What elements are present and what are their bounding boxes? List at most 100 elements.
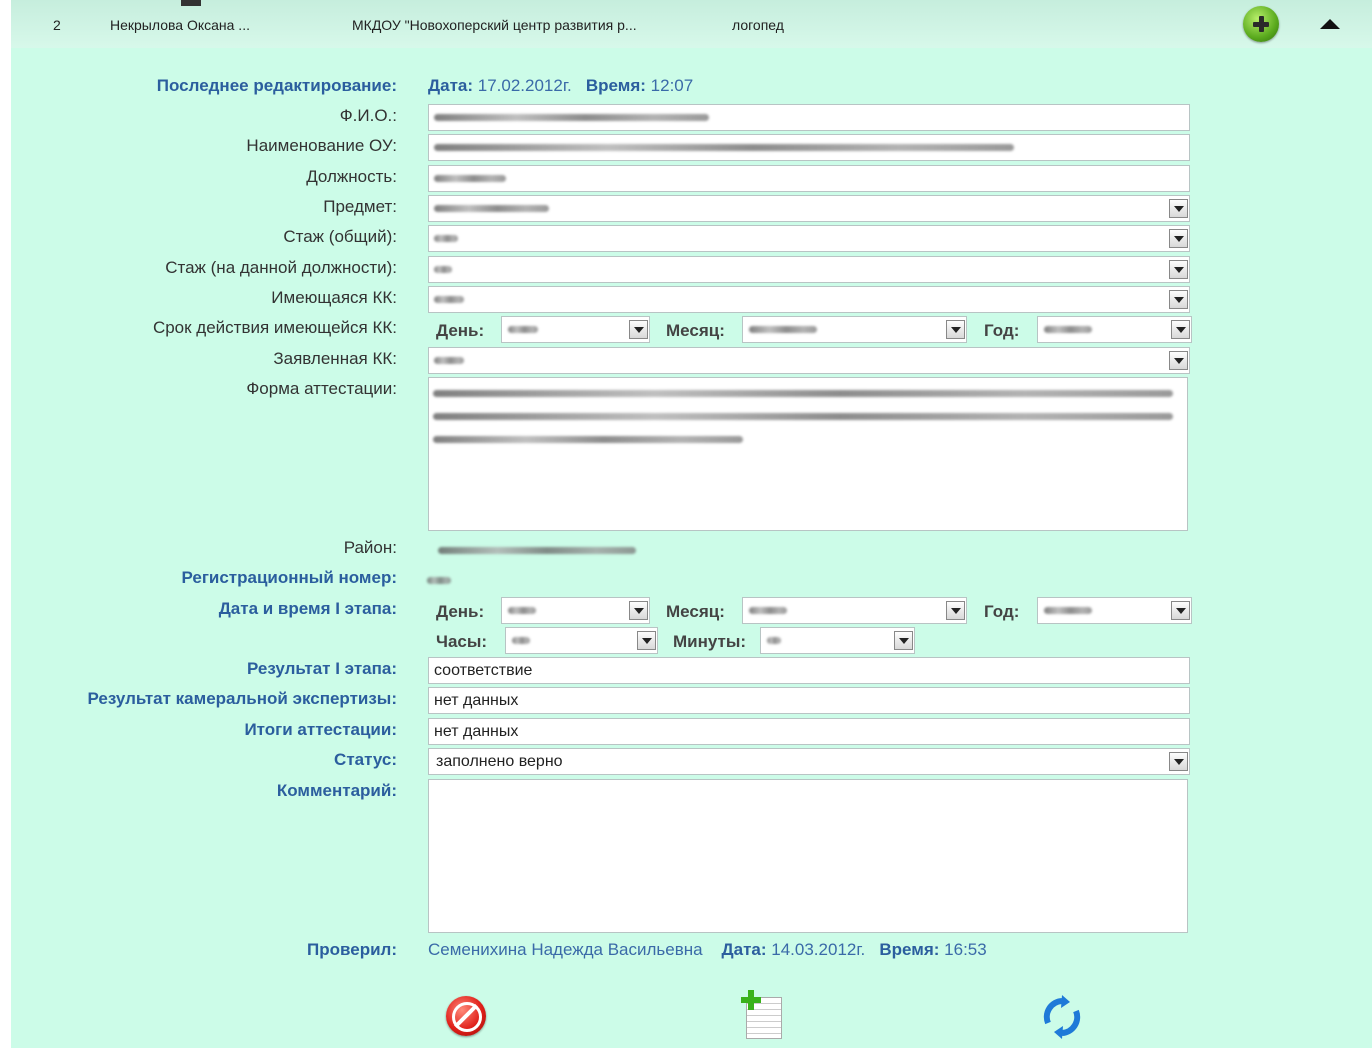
declared-kk-label: Заявленная КК: [273, 349, 397, 368]
kk-label: Имеющаяся КК: [271, 288, 397, 307]
stage1-month-label: Месяц: [666, 602, 725, 621]
kk-expiry-day-label: День: [436, 321, 485, 340]
checked-by-label: Проверил: [307, 940, 397, 959]
redacted-value [1044, 607, 1092, 615]
redacted-value [427, 577, 451, 585]
redacted-value [1044, 326, 1092, 334]
redacted-value [508, 607, 536, 615]
exp-post-select[interactable] [428, 256, 1190, 283]
redacted-value [434, 357, 464, 365]
post-input[interactable] [428, 165, 1190, 192]
attestation-form-textarea[interactable] [428, 377, 1188, 531]
reg-number-value [427, 570, 451, 590]
exp-total-select[interactable] [428, 225, 1190, 252]
last-edit-time: 12:07 [650, 76, 694, 95]
redacted-value [767, 637, 781, 645]
last-edit-date-label: Дата: [428, 76, 474, 95]
comment-textarea[interactable] [428, 779, 1188, 933]
org-label: Наименование ОУ: [246, 136, 397, 155]
dropdown-arrow-icon[interactable] [1169, 752, 1188, 771]
form-panel: 2 Некрылова Оксана ... МКДОУ "Новохоперс… [11, 0, 1372, 1048]
dropdown-arrow-icon[interactable] [1171, 320, 1190, 339]
attestation-results-input[interactable]: нет данных [428, 718, 1190, 745]
attestation-form-label: Форма аттестации: [246, 379, 397, 398]
dropdown-arrow-icon[interactable] [946, 320, 965, 339]
stage1-month-select[interactable] [742, 597, 967, 624]
subject-select[interactable] [428, 195, 1190, 222]
stage1-day-label: День: [436, 602, 485, 621]
stage1-day-select[interactable] [501, 597, 650, 624]
dropdown-arrow-icon[interactable] [1169, 290, 1188, 309]
collapse-arrow-icon[interactable] [1320, 19, 1340, 29]
dropdown-arrow-icon[interactable] [946, 601, 965, 620]
dropdown-arrow-icon[interactable] [637, 631, 656, 650]
dropdown-arrow-icon[interactable] [1169, 260, 1188, 279]
checked-time: 16:53 [944, 940, 987, 959]
stage1-year-label: Год: [984, 602, 1020, 621]
redacted-value [433, 436, 743, 443]
dropdown-arrow-icon[interactable] [1169, 199, 1188, 218]
record-header-row[interactable]: 2 Некрылова Оксана ... МКДОУ "Новохоперс… [11, 0, 1372, 48]
exp-post-label: Стаж (на данной должности): [165, 258, 397, 277]
status-label: Статус: [334, 750, 397, 769]
fio-input[interactable] [428, 104, 1190, 131]
kk-expiry-year-select[interactable] [1037, 316, 1192, 343]
plus-icon [741, 990, 761, 1010]
stage1-hours-select[interactable] [505, 627, 658, 654]
record-position: логопед [732, 17, 784, 33]
kk-expiry-month-label: Месяц: [666, 321, 725, 340]
redacted-value [434, 266, 452, 274]
record-index: 2 [53, 17, 61, 33]
redacted-value [434, 144, 1014, 152]
kk-expiry-day-select[interactable] [501, 316, 650, 343]
redacted-value [749, 326, 817, 334]
attestation-results-label: Итоги аттестации: [244, 720, 397, 739]
kk-select[interactable] [428, 286, 1190, 313]
district-value [438, 540, 636, 560]
stage1-hours-label: Часы: [436, 632, 488, 651]
record-org: МКДОУ "Новохоперский центр развития р... [352, 17, 637, 33]
kk-expiry-month-select[interactable] [742, 316, 967, 343]
dropdown-arrow-icon[interactable] [629, 320, 648, 339]
corner-mark [181, 0, 201, 6]
reg-number-label: Регистрационный номер: [181, 568, 397, 587]
kk-expiry-label: Срок действия имеющейся КК: [152, 318, 397, 337]
status-select[interactable]: заполнено верно [428, 748, 1190, 775]
redacted-value [433, 390, 1173, 397]
cancel-prohibited-icon[interactable] [446, 996, 486, 1036]
checked-date-label: Дата: [721, 940, 767, 959]
expertise-result-label: Результат камеральной экспертизы: [87, 689, 397, 708]
org-input[interactable] [428, 134, 1190, 161]
comment-label: Комментарий: [276, 781, 397, 800]
redacted-value [434, 114, 709, 122]
refresh-icon[interactable] [1040, 995, 1084, 1039]
stage1-minutes-select[interactable] [760, 627, 915, 654]
checked-by-info: Семенихина Надежда Васильевна Дата: 14.0… [428, 940, 987, 960]
redacted-value [749, 607, 787, 615]
district-label: Район: [343, 538, 397, 557]
record-name: Некрылова Оксана ... [110, 17, 250, 33]
fio-label: Ф.И.О.: [339, 106, 397, 125]
dropdown-arrow-icon[interactable] [1169, 229, 1188, 248]
last-edit-date: 17.02.2012г. [477, 76, 572, 95]
dropdown-arrow-icon[interactable] [629, 601, 648, 620]
expertise-result-input[interactable]: нет данных [428, 687, 1190, 714]
dropdown-arrow-icon[interactable] [1169, 351, 1188, 370]
dropdown-arrow-icon[interactable] [1171, 601, 1190, 620]
last-edit-info: Дата: 17.02.2012г. Время: 12:07 [428, 76, 693, 96]
stage1-result-input[interactable]: соответствие [428, 657, 1190, 684]
subject-label: Предмет: [323, 197, 397, 216]
last-edit-time-label: Время: [585, 76, 646, 95]
plus-circle-icon[interactable] [1243, 6, 1279, 42]
stage1-year-select[interactable] [1037, 597, 1192, 624]
redacted-value [434, 205, 549, 213]
redacted-value [434, 175, 506, 183]
declared-kk-select[interactable] [428, 347, 1190, 374]
checked-by-name: Семенихина Надежда Васильевна [428, 940, 703, 959]
dropdown-arrow-icon[interactable] [894, 631, 913, 650]
redacted-value [434, 235, 458, 243]
redacted-value [512, 637, 530, 645]
redacted-value [434, 296, 464, 304]
stage1-minutes-label: Минуты: [673, 632, 747, 651]
add-document-icon[interactable] [741, 990, 782, 1039]
